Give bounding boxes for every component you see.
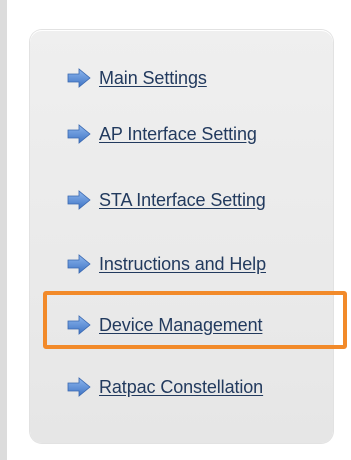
page-left-border [0, 0, 7, 460]
nav-item-ap-interface-setting[interactable]: AP Interface Setting [67, 121, 257, 147]
nav-item-ratpac-constellation[interactable]: Ratpac Constellation [67, 374, 263, 400]
arrow-right-icon [67, 315, 91, 335]
nav-item-label[interactable]: Device Management [99, 315, 262, 336]
nav-item-label[interactable]: Instructions and Help [99, 254, 266, 275]
arrow-right-icon [67, 254, 91, 274]
arrow-right-icon [67, 190, 91, 210]
arrow-right-icon [67, 377, 91, 397]
nav-item-label[interactable]: STA Interface Setting [99, 190, 266, 211]
nav-item-device-management[interactable]: Device Management [67, 312, 262, 338]
arrow-right-icon [67, 68, 91, 88]
nav-item-label[interactable]: AP Interface Setting [99, 124, 257, 145]
arrow-right-icon [67, 124, 91, 144]
nav-item-label[interactable]: Main Settings [99, 68, 207, 89]
nav-item-label[interactable]: Ratpac Constellation [99, 377, 263, 398]
nav-item-main-settings[interactable]: Main Settings [67, 65, 207, 91]
nav-item-instructions-and-help[interactable]: Instructions and Help [67, 251, 266, 277]
nav-item-sta-interface-setting[interactable]: STA Interface Setting [67, 187, 266, 213]
